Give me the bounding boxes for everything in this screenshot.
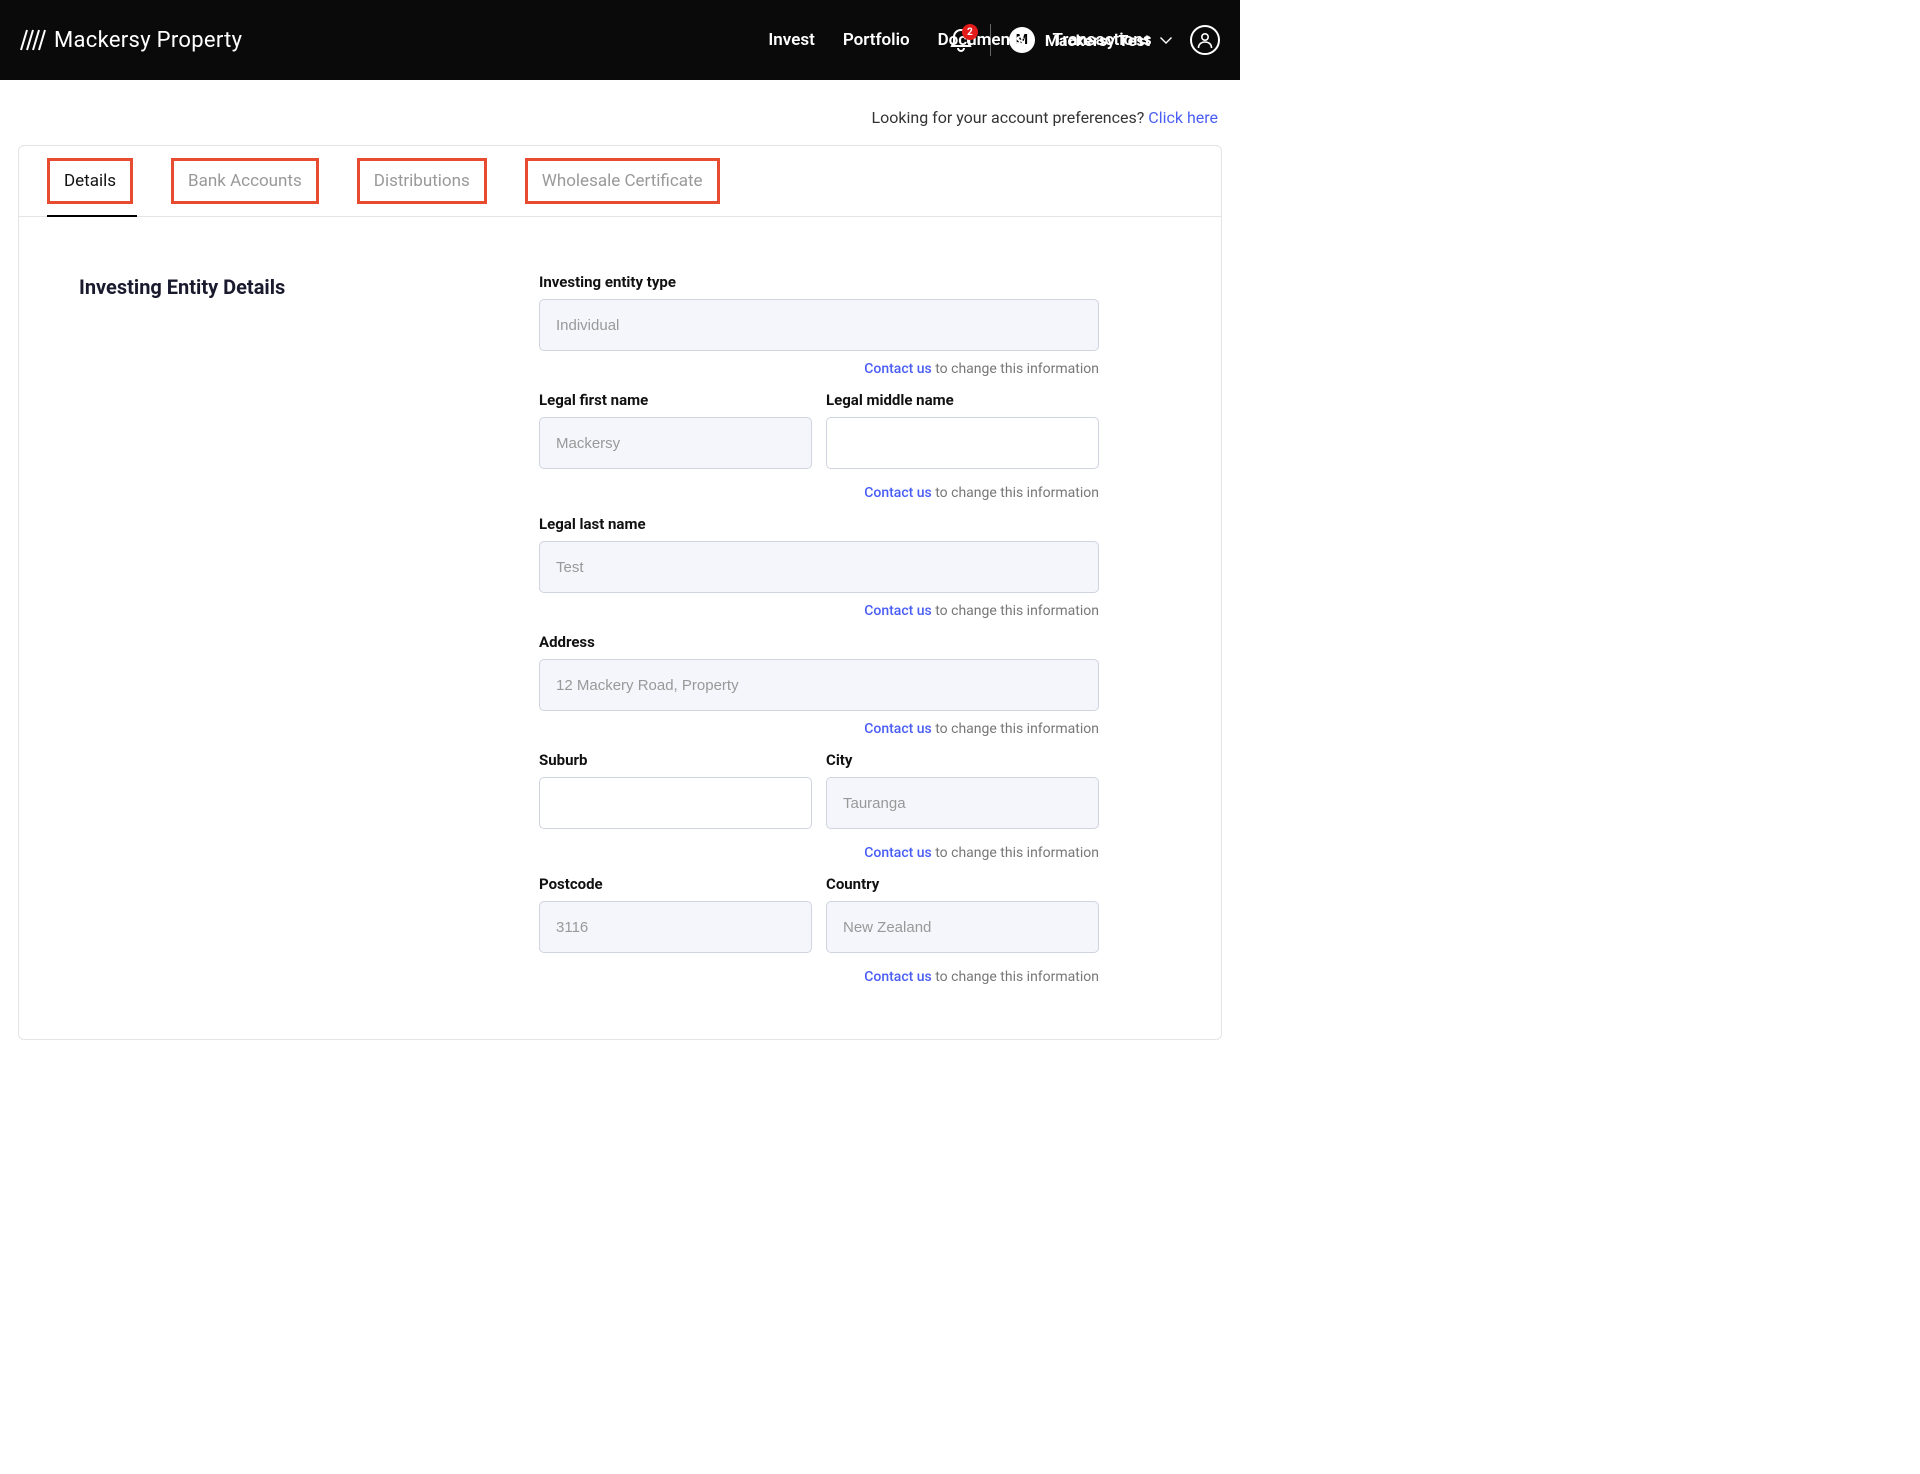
tab-wholesale-certificate[interactable]: Wholesale Certificate bbox=[525, 158, 720, 204]
label-city: City bbox=[826, 751, 1099, 769]
entity-card: Details Bank Accounts Distributions Whol… bbox=[18, 145, 1222, 1040]
help-name: Contact us to change this information bbox=[539, 485, 1099, 501]
nav-transactions[interactable]: Transactions bbox=[1053, 30, 1152, 50]
tab-details[interactable]: Details bbox=[47, 158, 133, 204]
input-address bbox=[539, 659, 1099, 711]
label-country: Country bbox=[826, 875, 1099, 893]
help-country: Contact us to change this information bbox=[539, 969, 1099, 985]
field-city: City bbox=[826, 751, 1099, 829]
help-rest: to change this information bbox=[932, 603, 1099, 619]
help-last-name: Contact us to change this information bbox=[539, 603, 1099, 619]
nav-invest[interactable]: Invest bbox=[768, 30, 814, 50]
contact-us-link[interactable]: Contact us bbox=[864, 603, 932, 619]
help-rest: to change this information bbox=[932, 721, 1099, 737]
input-entity-type bbox=[539, 299, 1099, 351]
label-address: Address bbox=[539, 633, 1099, 651]
fields-column: Investing entity type Contact us to chan… bbox=[539, 273, 1099, 999]
input-country bbox=[826, 901, 1099, 953]
brand-logo[interactable]: Mackersy Property bbox=[20, 28, 242, 53]
help-city: Contact us to change this information bbox=[539, 845, 1099, 861]
help-rest: to change this information bbox=[932, 485, 1099, 501]
input-last-name bbox=[539, 541, 1099, 593]
section-title: Investing Entity Details bbox=[79, 273, 499, 999]
notifications-button[interactable]: 2 bbox=[950, 28, 972, 52]
tab-distributions[interactable]: Distributions bbox=[357, 158, 487, 204]
details-form: Investing Entity Details Investing entit… bbox=[19, 217, 1221, 1039]
field-entity-type: Investing entity type bbox=[539, 273, 1099, 351]
label-middle-name: Legal middle name bbox=[826, 391, 1099, 409]
label-last-name: Legal last name bbox=[539, 515, 1099, 533]
help-rest: to change this information bbox=[932, 361, 1099, 377]
notification-badge: 2 bbox=[962, 24, 978, 40]
field-postcode: Postcode bbox=[539, 875, 812, 953]
preferences-link[interactable]: Click here bbox=[1148, 108, 1218, 127]
preferences-hint: Looking for your account preferences? Cl… bbox=[0, 80, 1240, 145]
field-suburb: Suburb bbox=[539, 751, 812, 829]
brand-name: Mackersy Property bbox=[54, 28, 242, 53]
app-header: Mackersy Property Invest Portfolio Docum… bbox=[0, 0, 1240, 80]
chevron-down-icon bbox=[1160, 36, 1172, 44]
label-first-name: Legal first name bbox=[539, 391, 812, 409]
field-middle-name: Legal middle name bbox=[826, 391, 1099, 469]
help-rest: to change this information bbox=[932, 845, 1099, 861]
preferences-text: Looking for your account preferences? bbox=[871, 108, 1148, 127]
field-last-name: Legal last name bbox=[539, 515, 1099, 593]
contact-us-link[interactable]: Contact us bbox=[864, 361, 932, 377]
person-icon bbox=[1196, 31, 1214, 49]
label-postcode: Postcode bbox=[539, 875, 812, 893]
field-first-name: Legal first name bbox=[539, 391, 812, 469]
contact-us-link[interactable]: Contact us bbox=[864, 485, 932, 501]
field-address: Address bbox=[539, 633, 1099, 711]
profile-icon-button[interactable] bbox=[1190, 25, 1220, 55]
field-country: Country bbox=[826, 875, 1099, 953]
input-city bbox=[826, 777, 1099, 829]
help-entity-type: Contact us to change this information bbox=[539, 361, 1099, 377]
tab-bank-accounts[interactable]: Bank Accounts bbox=[171, 158, 319, 204]
input-suburb bbox=[539, 777, 812, 829]
logo-stripes-icon bbox=[20, 29, 46, 51]
contact-us-link[interactable]: Contact us bbox=[864, 969, 932, 985]
contact-us-link[interactable]: Contact us bbox=[864, 721, 932, 737]
help-address: Contact us to change this information bbox=[539, 721, 1099, 737]
contact-us-link[interactable]: Contact us bbox=[864, 845, 932, 861]
tab-bar: Details Bank Accounts Distributions Whol… bbox=[19, 146, 1221, 217]
nav-portfolio[interactable]: Portfolio bbox=[843, 30, 910, 50]
input-first-name bbox=[539, 417, 812, 469]
input-middle-name bbox=[826, 417, 1099, 469]
input-postcode bbox=[539, 901, 812, 953]
label-entity-type: Investing entity type bbox=[539, 273, 1099, 291]
help-rest: to change this information bbox=[932, 969, 1099, 985]
label-suburb: Suburb bbox=[539, 751, 812, 769]
